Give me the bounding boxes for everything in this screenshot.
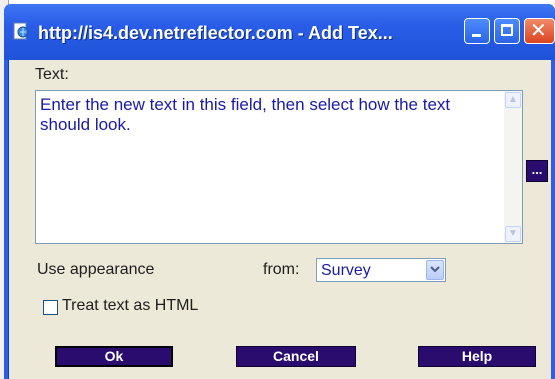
from-label: from: <box>263 261 300 278</box>
maximize-icon <box>501 24 513 36</box>
window-title: http://is4.dev.netreflector.com - Add Te… <box>38 23 393 43</box>
text-label: Text: <box>35 66 69 83</box>
treat-html-label[interactable]: Treat text as HTML <box>62 297 198 315</box>
maximize-button[interactable] <box>494 18 520 44</box>
ok-button[interactable]: Ok <box>55 346 173 367</box>
appearance-select[interactable]: Survey <box>316 258 446 282</box>
close-button[interactable]: ✕ <box>524 18 555 44</box>
scroll-up-icon[interactable]: ▲ <box>505 92 521 108</box>
more-options-button[interactable]: ... <box>526 160 548 182</box>
help-button[interactable]: Help <box>418 346 536 367</box>
browser-page-icon <box>12 22 30 40</box>
minimize-button[interactable] <box>464 18 490 44</box>
scroll-down-icon[interactable]: ▼ <box>505 226 521 242</box>
treat-html-checkbox[interactable] <box>43 300 58 315</box>
cancel-button[interactable]: Cancel <box>236 346 356 367</box>
dialog-body: Text: Enter the new text in this field, … <box>8 60 551 379</box>
text-input-value[interactable]: Enter the new text in this field, then s… <box>40 95 490 135</box>
dialog-window: http://is4.dev.netreflector.com - Add Te… <box>4 4 555 379</box>
appearance-label: Use appearance <box>37 261 155 278</box>
chevron-down-icon[interactable] <box>426 260 444 280</box>
minimize-icon <box>472 34 481 37</box>
text-input-area[interactable]: Enter the new text in this field, then s… <box>35 90 523 244</box>
appearance-select-value: Survey <box>321 262 371 279</box>
title-bar[interactable]: http://is4.dev.netreflector.com - Add Te… <box>4 4 555 60</box>
close-icon: ✕ <box>530 20 547 42</box>
vertical-scrollbar[interactable]: ▲ ▼ <box>504 91 522 243</box>
